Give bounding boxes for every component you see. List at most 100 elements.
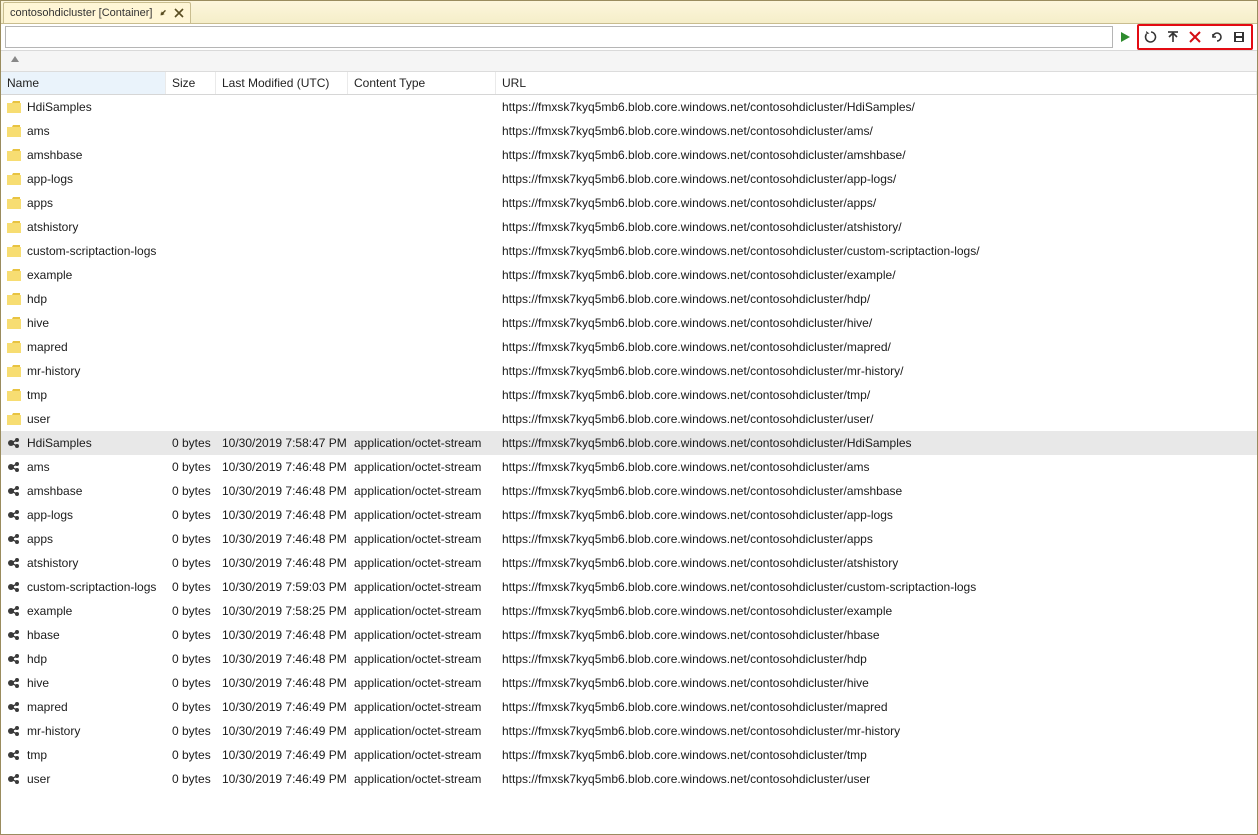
blob-icon (7, 772, 21, 786)
row-name-label: mr-history (27, 724, 80, 738)
cell-modified: 10/30/2019 7:46:48 PM (216, 628, 348, 642)
row-name-label: user (27, 772, 50, 786)
table-row[interactable]: custom-scriptaction-logs https://fmxsk7ky… (1, 239, 1257, 263)
cell-content-type: application/octet-stream (348, 460, 496, 474)
row-name-label: hive (27, 676, 49, 690)
cell-url: https://fmxsk7kyq5mb6.blob.core.windows.… (496, 124, 1257, 138)
header-ctype[interactable]: Content Type (348, 72, 496, 94)
table-row[interactable]: custom-scriptaction-logs0 bytes10/30/201… (1, 575, 1257, 599)
table-row[interactable]: appshttps://fmxsk7kyq5mb6.blob.core.wind… (1, 191, 1257, 215)
cell-url: https://fmxsk7kyq5mb6.blob.core.windows.… (496, 220, 1257, 234)
table-row[interactable]: examplehttps://fmxsk7kyq5mb6.blob.core.w… (1, 263, 1257, 287)
table-row[interactable]: userhttps://fmxsk7kyq5mb6.blob.core.wind… (1, 407, 1257, 431)
run-button[interactable] (1115, 27, 1135, 47)
cell-url: https://fmxsk7kyq5mb6.blob.core.windows.… (496, 628, 1257, 642)
table-row[interactable]: user0 bytes10/30/2019 7:46:49 PMapplicat… (1, 767, 1257, 791)
cell-size: 0 bytes (166, 532, 216, 546)
row-name-label: hdp (27, 652, 47, 666)
blob-icon (7, 580, 21, 594)
cell-size: 0 bytes (166, 508, 216, 522)
cell-url: https://fmxsk7kyq5mb6.blob.core.windows.… (496, 508, 1257, 522)
cell-content-type: application/octet-stream (348, 652, 496, 666)
up-arrow-icon[interactable] (9, 54, 21, 69)
cell-name: apps (1, 532, 166, 546)
folder-icon (7, 317, 21, 329)
cell-modified: 10/30/2019 7:46:48 PM (216, 532, 348, 546)
close-icon[interactable] (174, 8, 184, 18)
cell-name: example (1, 268, 166, 282)
table-row[interactable]: tmp0 bytes10/30/2019 7:46:49 PMapplicati… (1, 743, 1257, 767)
cell-content-type: application/octet-stream (348, 484, 496, 498)
save-button[interactable] (1229, 27, 1249, 47)
cell-url: https://fmxsk7kyq5mb6.blob.core.windows.… (496, 604, 1257, 618)
cell-url: https://fmxsk7kyq5mb6.blob.core.windows.… (496, 148, 1257, 162)
upload-button[interactable] (1163, 27, 1183, 47)
cell-content-type: application/octet-stream (348, 532, 496, 546)
open-button[interactable] (1207, 27, 1227, 47)
cell-name: hdp (1, 652, 166, 666)
filter-input[interactable] (5, 26, 1113, 48)
cell-content-type: application/octet-stream (348, 508, 496, 522)
table-row[interactable]: example0 bytes10/30/2019 7:58:25 PMappli… (1, 599, 1257, 623)
table-row[interactable]: tmphttps://fmxsk7kyq5mb6.blob.core.windo… (1, 383, 1257, 407)
row-name-label: atshistory (27, 220, 78, 234)
cell-size: 0 bytes (166, 772, 216, 786)
table-row[interactable]: hdp0 bytes10/30/2019 7:46:48 PMapplicati… (1, 647, 1257, 671)
table-row[interactable]: mr-historyhttps://fmxsk7kyq5mb6.blob.cor… (1, 359, 1257, 383)
row-name-label: apps (27, 532, 53, 546)
table-row[interactable]: atshistory0 bytes10/30/2019 7:46:48 PMap… (1, 551, 1257, 575)
table-row[interactable]: hbase0 bytes10/30/2019 7:46:48 PMapplica… (1, 623, 1257, 647)
cell-url: https://fmxsk7kyq5mb6.blob.core.windows.… (496, 580, 1257, 594)
cell-url: https://fmxsk7kyq5mb6.blob.core.windows.… (496, 100, 1257, 114)
cell-url: https://fmxsk7kyq5mb6.blob.core.windows.… (496, 412, 1257, 426)
refresh-button[interactable] (1141, 27, 1161, 47)
table-row[interactable]: mapred0 bytes10/30/2019 7:46:49 PMapplic… (1, 695, 1257, 719)
cell-url: https://fmxsk7kyq5mb6.blob.core.windows.… (496, 772, 1257, 786)
folder-icon (7, 389, 21, 401)
table-row[interactable]: HdiSamples0 bytes10/30/2019 7:58:47 PMap… (1, 431, 1257, 455)
table-row[interactable]: amshbase https://fmxsk7kyq5mb6.blob.core.… (1, 143, 1257, 167)
folder-icon (7, 125, 21, 137)
table-row[interactable]: HdiSamples https://fmxsk7kyq5mb6.blob.cor… (1, 95, 1257, 119)
table-row[interactable]: mr-history0 bytes10/30/2019 7:46:49 PMap… (1, 719, 1257, 743)
table-row[interactable]: apps 0 bytes10/30/2019 7:46:48 PMapplicat… (1, 527, 1257, 551)
table-row[interactable]: ams0 bytes10/30/2019 7:46:48 PMapplicati… (1, 455, 1257, 479)
cell-name: mapred (1, 340, 166, 354)
cell-url: https://fmxsk7kyq5mb6.blob.core.windows.… (496, 436, 1257, 450)
folder-icon (7, 101, 21, 113)
header-url[interactable]: URL (496, 72, 1257, 94)
cell-url: https://fmxsk7kyq5mb6.blob.core.windows.… (496, 700, 1257, 714)
cell-name: mr-history (1, 724, 166, 738)
table-row[interactable]: app-logshttps://fmxsk7kyq5mb6.blob.core.… (1, 167, 1257, 191)
table-row[interactable]: amshbase0 bytes10/30/2019 7:46:48 PMappl… (1, 479, 1257, 503)
table-body[interactable]: HdiSamples https://fmxsk7kyq5mb6.blob.cor… (1, 95, 1257, 834)
table-row[interactable]: atshistory https://fmxsk7kyq5mb6.blob.cor… (1, 215, 1257, 239)
folder-icon (7, 413, 21, 425)
blob-icon (7, 532, 21, 546)
row-name-label: HdiSamples (27, 100, 92, 114)
blob-icon (7, 700, 21, 714)
cell-size: 0 bytes (166, 676, 216, 690)
header-modified[interactable]: Last Modified (UTC) (216, 72, 348, 94)
cell-size: 0 bytes (166, 724, 216, 738)
row-name-label: tmp (27, 388, 47, 402)
pin-icon[interactable] (158, 8, 168, 18)
table-row[interactable]: amshttps://fmxsk7kyq5mb6.blob.core.windo… (1, 119, 1257, 143)
cell-url: https://fmxsk7kyq5mb6.blob.core.windows.… (496, 244, 1257, 258)
blob-icon (7, 604, 21, 618)
cell-name: atshistory (1, 556, 166, 570)
cell-name: hive (1, 316, 166, 330)
table-row[interactable]: hive0 bytes10/30/2019 7:46:48 PMapplicat… (1, 671, 1257, 695)
table-row[interactable]: mapredhttps://fmxsk7kyq5mb6.blob.core.wi… (1, 335, 1257, 359)
cell-name: HdiSamples (1, 100, 166, 114)
table-row[interactable]: hivehttps://fmxsk7kyq5mb6.blob.core.wind… (1, 311, 1257, 335)
delete-button[interactable] (1185, 27, 1205, 47)
header-size[interactable]: Size (166, 72, 216, 94)
tab-container[interactable]: contosohdicluster [Container] (3, 2, 191, 23)
row-name-label: amshbase (27, 148, 82, 162)
table-row[interactable]: app-logs0 bytes10/30/2019 7:46:48 PMappl… (1, 503, 1257, 527)
header-name[interactable]: Name (1, 72, 166, 94)
table-row[interactable]: hdphttps://fmxsk7kyq5mb6.blob.core.windo… (1, 287, 1257, 311)
row-name-label: custom-scriptaction-logs (27, 244, 156, 258)
row-name-label: custom-scriptaction-logs (27, 580, 156, 594)
